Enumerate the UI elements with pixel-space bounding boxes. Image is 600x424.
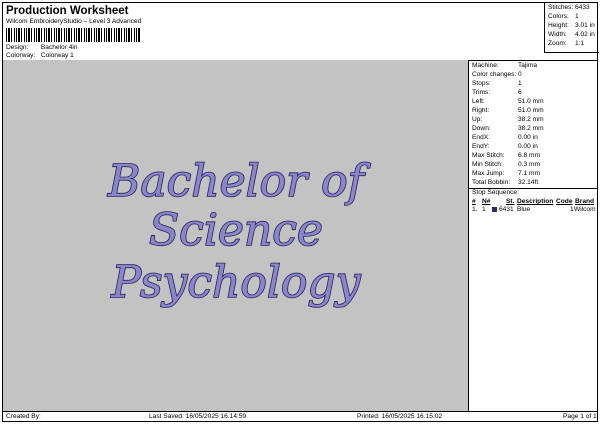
stop-row-description: Blue [517,206,531,213]
info-total-bobbin: Total Bobbin: 32.14ft [472,179,539,186]
barcode [6,28,141,42]
info-machine: Machine: Tajima [472,62,538,69]
info-endx: EndX: 0.00 in [472,134,538,141]
design-line-3: Psychology [111,257,362,308]
stop-row-stitches: 6431 [499,206,514,213]
stat-height: Height: 3.01 in [548,22,595,29]
col-header-num: # [472,198,476,205]
footer-created-by: Created By: [6,413,41,420]
worksheet-title: Production Worksheet [6,5,129,17]
software-name: Wilcom EmbroideryStudio – Level 3 Advanc… [6,18,142,25]
col-header-code: Code [556,198,573,205]
info-panel: Machine: Tajima Color changes: 0 Stops: 1 T… [469,60,597,411]
colorway-value: Colorway 1 [40,52,74,59]
col-header-description: Description [517,198,554,205]
stats-box: Stitches: 6433 Colors: 1 Height: 3.01 in Wi… [544,3,599,53]
stop-row-num: 1. [472,206,478,213]
stop-row-needle: 1 [482,206,486,213]
stat-width: Width: 4.02 in [548,31,595,38]
colorway-row: Colorway: Colorway 1 [6,52,74,59]
stat-colors: Colors: 1 [548,13,579,20]
footer-last-saved: Last Saved: 16/05/2025 16.14.59 [149,413,247,420]
production-worksheet: Production Worksheet Wilcom EmbroiderySt… [2,2,599,422]
info-max-jump: Max Jump: 7.1 mm [472,170,540,177]
footer-printed: Printed: 16/05/2025 16.15.02 [357,413,443,420]
stat-stitches: Stitches: 6433 [548,4,590,11]
footer-divider [3,411,597,412]
info-left: Left: 51.0 mm [472,98,544,105]
info-down: Down: 38.2 mm [472,125,544,132]
stat-zoom: Zoom: 1:1 [548,40,585,47]
footer-page: Page 1 of 1 [563,413,597,420]
design-value: Bachelor 4in [40,44,78,51]
info-stops: Stops: 1 [472,80,522,87]
info-max-stitch: Max Stitch: 6.8 mm [472,152,540,159]
col-header-stitches: St. [506,198,515,205]
info-color-changes: Color changes: 0 [472,71,522,78]
col-header-brand: Brand [575,198,595,205]
info-trims: Trims: 6 [472,89,522,96]
design-line-2: Science [149,205,323,256]
info-endy: EndY: 0.00 in [472,143,538,150]
design-label: Design: [6,44,29,51]
embroidery-design: Bachelor of Science Psychology [106,155,371,309]
design-row: Design: Bachelor 4in [6,44,78,51]
stop-row-brand: Wilcom [574,206,596,213]
stop-sequence-title: Stop Sequence: [472,189,519,196]
info-right: Right: 51.0 mm [472,107,544,114]
design-line-1: Bachelor of [107,156,371,207]
info-min-stitch: Min Stitch: 0.3 mm [472,161,540,168]
col-header-needle: N# [482,198,491,205]
info-up: Up: 38.2 mm [472,116,544,123]
design-preview: Bachelor of Science Psychology [3,60,469,411]
thread-color-swatch [492,207,497,212]
colorway-label: Colorway: [6,52,36,59]
